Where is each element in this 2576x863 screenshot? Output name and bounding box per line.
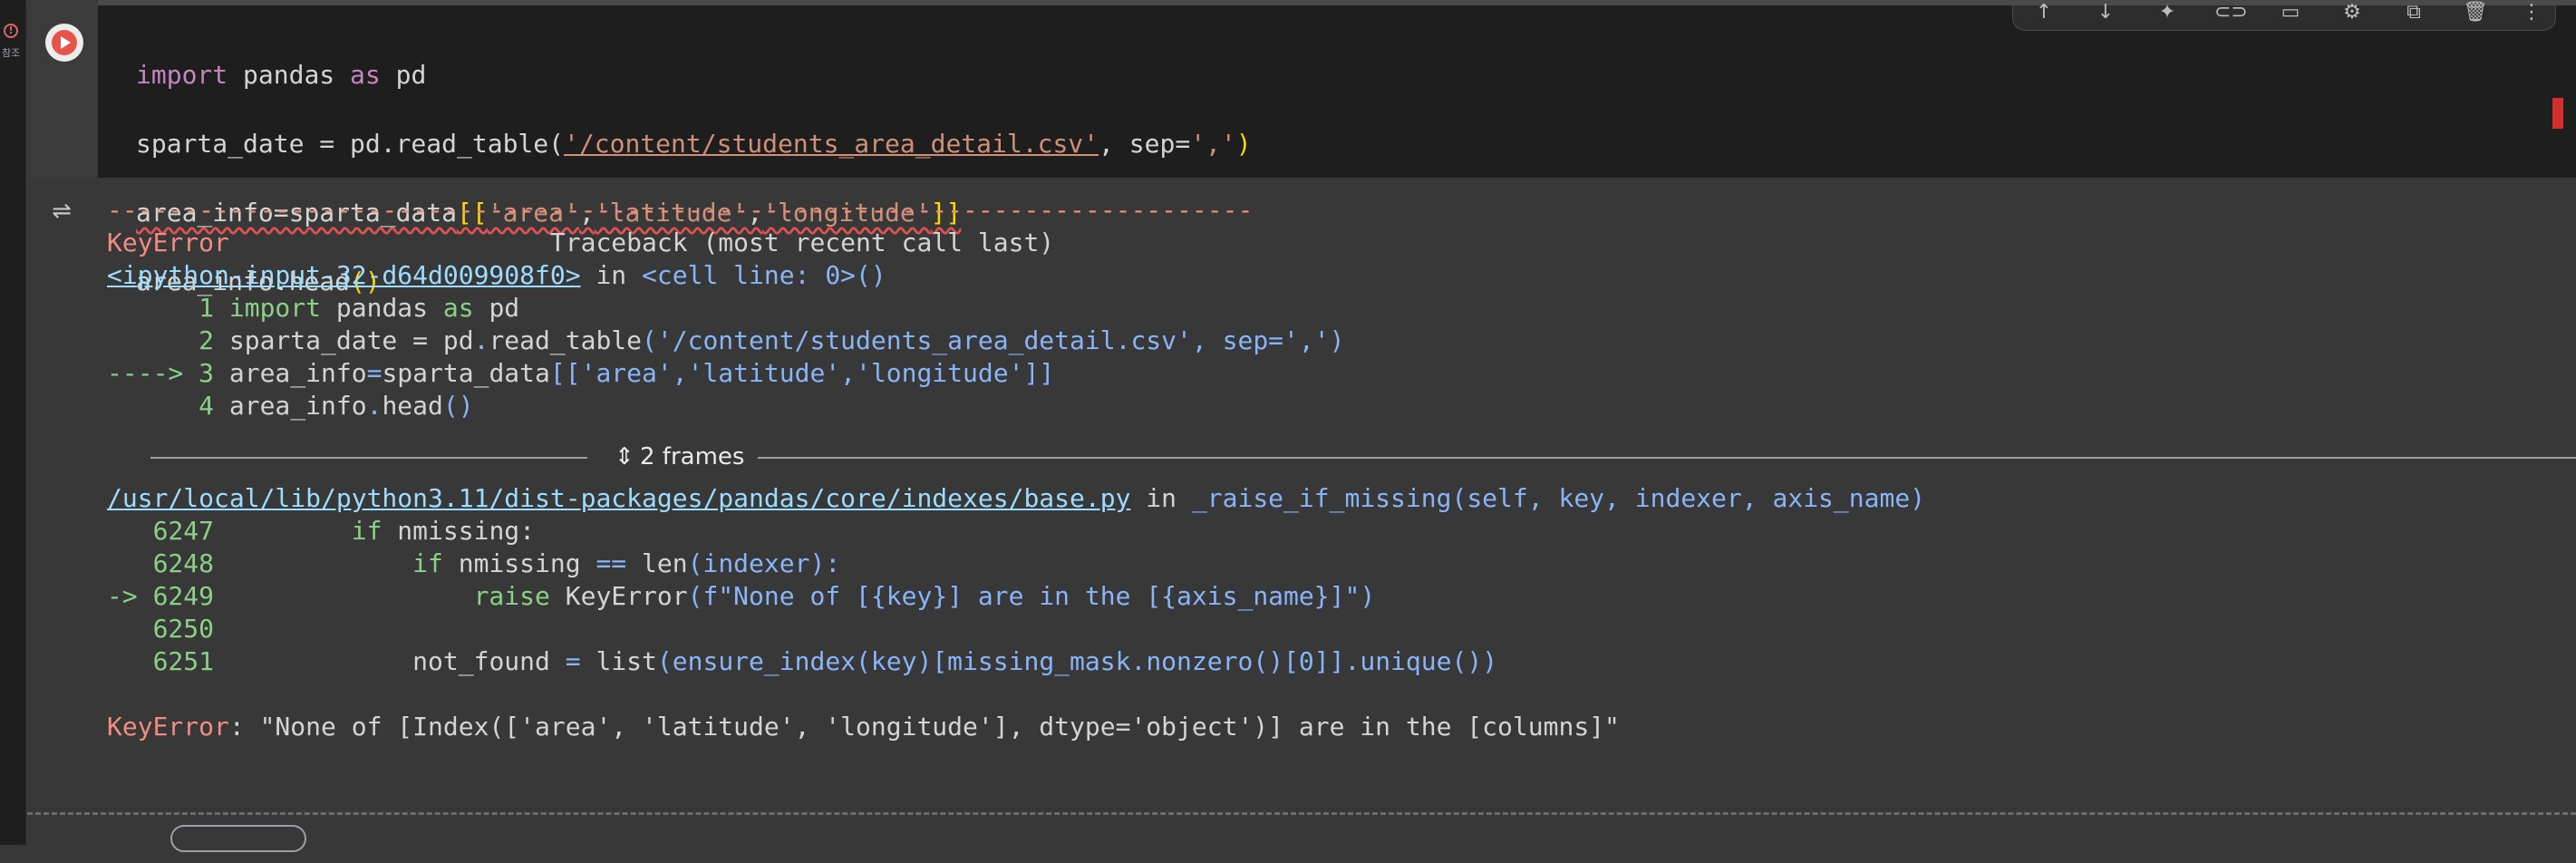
traceback-divider: ----------------------------------------… <box>107 195 1254 225</box>
move-down-icon[interactable]: ↓ <box>2091 3 2120 29</box>
base-py-link[interactable]: /usr/local/lib/python3.11/dist-packages/… <box>107 483 1130 513</box>
output-gutter: ⇌ <box>27 178 98 805</box>
gutter-label: 참조 <box>2 47 21 59</box>
tb-line-6247: 6247 if nmissing: <box>107 516 536 546</box>
tb-line-3: ----> 3 area_info=sparta_data[['area','l… <box>107 358 1055 388</box>
frames-divider-right <box>758 457 2576 459</box>
code-cell[interactable]: import pandas as pd sparta_date = pd.rea… <box>27 0 2576 805</box>
warning-icon[interactable]: ! <box>4 24 18 38</box>
code-line-2: sparta_date = pd.read_table('/content/st… <box>136 129 1252 159</box>
cell-output: ----------------------------------------… <box>107 178 2576 805</box>
code-line-1: import pandas as pd <box>136 60 427 90</box>
tb-line-4: 4 area_info.head() <box>107 391 474 421</box>
tb-line-6248: 6248 if nmissing == len(indexer): <box>107 548 841 578</box>
base-source: /usr/local/lib/python3.11/dist-packages/… <box>107 483 1926 513</box>
run-cell-button[interactable] <box>45 24 83 62</box>
cell-run-area <box>27 0 98 178</box>
output-menu-icon[interactable]: ⇌ <box>42 196 82 228</box>
frames-divider-left <box>150 457 587 459</box>
traceback-source: <ipython-input-32-d64d009908f0> in <cell… <box>107 260 886 290</box>
delete-icon[interactable]: 🗑 <box>2461 3 2490 29</box>
bottom-chip-button[interactable] <box>170 825 306 852</box>
mirror-icon[interactable]: ⧉ <box>2399 3 2428 29</box>
ipython-input-link[interactable]: <ipython-input-32-d64d009908f0> <box>107 260 581 290</box>
tb-line-6249: -> 6249 raise KeyError(f"None of [{key}]… <box>107 581 1376 611</box>
tb-line-6251: 6251 not_found = list(ensure_index(key)[… <box>107 646 1498 676</box>
code-editor[interactable]: import pandas as pd sparta_date = pd.rea… <box>98 0 2576 296</box>
move-up-icon[interactable]: ↑ <box>2029 3 2058 29</box>
gear-icon[interactable]: ⚙ <box>2338 3 2367 29</box>
play-icon <box>52 30 77 55</box>
cell-separator <box>27 812 2576 815</box>
final-error-line: KeyError: "None of [Index(['area', 'lati… <box>107 712 1620 742</box>
expand-frames-button[interactable]: ⇕ 2 frames <box>615 441 744 473</box>
left-gutter: ! 참조 <box>0 0 26 845</box>
error-scroll-marker <box>2552 98 2563 129</box>
more-options-icon[interactable]: ⋮ <box>2517 3 2546 29</box>
comment-icon[interactable]: ▭ <box>2276 3 2305 29</box>
traceback-header: KeyError Traceback (most recent call las… <box>107 228 1055 257</box>
tb-line-2: 2 sparta_date = pd.read_table('/content/… <box>107 325 1345 355</box>
expand-collapse-icon: ⇕ <box>615 443 634 470</box>
tb-line-6250: 6250 <box>107 614 215 644</box>
cell-toolbar: ↑ ↓ ✦ ⊂⊃ ▭ ⚙ ⧉ 🗑 ⋮ <box>2012 3 2556 31</box>
tb-line-1: 1 import pandas as pd <box>107 293 520 323</box>
link-icon[interactable]: ⊂⊃ <box>2214 3 2248 29</box>
sparkle-icon[interactable]: ✦ <box>2153 3 2182 29</box>
collapsed-frames-row: ⇕ 2 frames <box>107 441 2576 473</box>
